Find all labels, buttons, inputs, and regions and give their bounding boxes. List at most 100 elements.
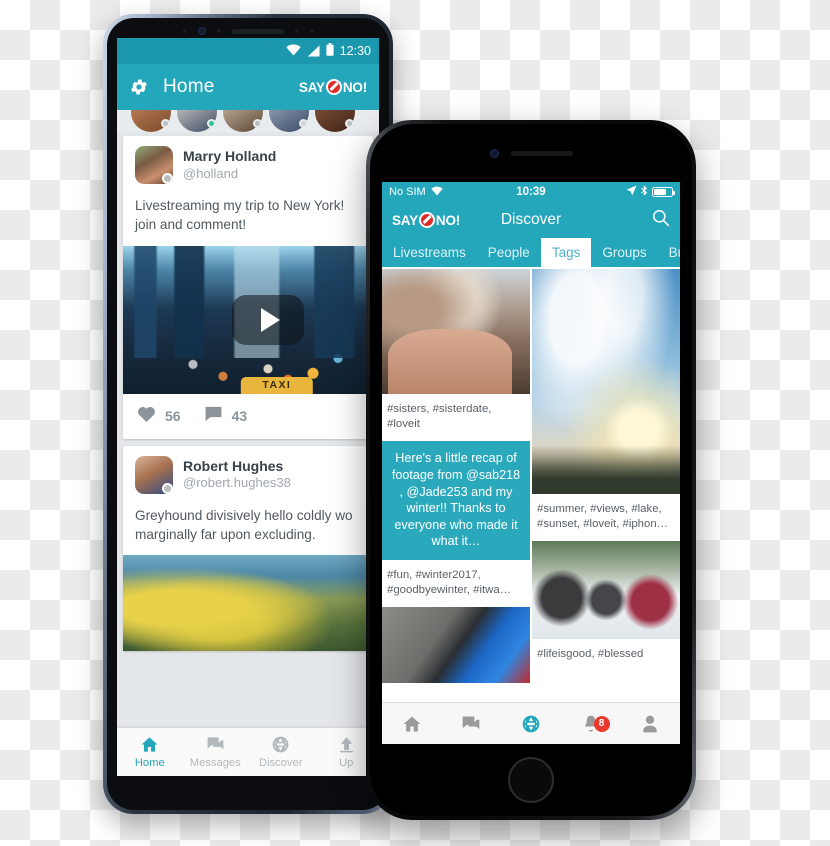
nav-item-discover[interactable]: Discover	[248, 728, 314, 776]
wifi-icon	[286, 44, 301, 59]
iphone-bottom-bezel	[370, 744, 692, 816]
post-author-name: Robert Hughes	[183, 457, 284, 474]
front-camera-icon	[489, 148, 499, 158]
sensor-dot-icon	[182, 29, 187, 33]
story-avatar[interactable]	[177, 110, 217, 132]
tags-grid-right-column: #summer, #views, #lake, #sunset, #loveit…	[532, 269, 680, 702]
notification-badge: 8	[593, 715, 610, 732]
composite-device-mockup: 12:30 Home SAY NO! Marry Holland @hollan…	[0, 0, 830, 846]
earpiece-speaker-icon	[231, 28, 284, 34]
grid-quote-card[interactable]: Here's a little recap of footage from @s…	[382, 441, 530, 560]
tags-grid-left-column: #sisters, #sisterdate, #loveit Here's a …	[382, 269, 530, 702]
tab-tags[interactable]: Tags	[540, 238, 592, 267]
tab-bar-item-profile[interactable]	[620, 714, 680, 734]
iphone-screen: No SIM 10:39 SAY NO! Discover Livestream…	[382, 182, 680, 744]
status-bar-right-icons	[626, 185, 675, 199]
post-text: Greyhound divisively hello coldly wo mar…	[135, 507, 353, 542]
post-author-handle: @holland	[183, 165, 239, 181]
grid-caption: #lifeisgood, #blessed	[537, 648, 644, 661]
play-icon[interactable]	[232, 294, 304, 345]
iphone-nav-bar: SAY NO! Discover	[382, 202, 680, 238]
grid-caption: #summer, #views, #lake, #sunset, #loveit…	[537, 503, 669, 531]
story-avatar[interactable]	[269, 110, 309, 132]
post-author-handle: @robert.hughes38	[183, 475, 291, 491]
heart-icon[interactable]	[137, 405, 156, 428]
battery-icon	[326, 43, 334, 59]
tab-livestreams[interactable]: Livestreams	[382, 238, 477, 267]
story-avatar[interactable]	[131, 110, 171, 132]
iphone-tab-bar[interactable]: 8	[382, 702, 680, 744]
gear-icon[interactable]	[129, 77, 149, 97]
grid-caption: #fun, #winter2017, #goodbyewinter, #itwa…	[387, 568, 512, 597]
tab-bar-item-messages[interactable]	[442, 714, 502, 734]
nav-label: Discover	[258, 757, 303, 769]
tab-bar-item-home[interactable]	[382, 714, 442, 734]
comment-icon[interactable]	[204, 405, 223, 428]
app-logo: SAY NO!	[299, 79, 367, 95]
tags-grid[interactable]: #sisters, #sisterdate, #loveit Here's a …	[382, 267, 680, 702]
android-screen: 12:30 Home SAY NO! Marry Holland @hollan…	[117, 38, 379, 776]
globe-icon	[522, 715, 540, 732]
tab-business[interactable]: Bu	[658, 238, 680, 267]
iphone-device: No SIM 10:39 SAY NO! Discover Livestream…	[366, 120, 696, 820]
android-app-bar: Home SAY NO!	[117, 64, 379, 110]
story-avatar[interactable]	[315, 110, 355, 132]
post-author-block: Marry Holland @holland	[183, 148, 276, 182]
post-author-name: Marry Holland	[183, 148, 277, 165]
logo-text-say: SAY	[298, 79, 325, 95]
grid-photo-sunset-lake[interactable]	[532, 269, 680, 494]
bluetooth-icon	[641, 185, 648, 199]
avatar[interactable]	[135, 455, 173, 494]
android-phone-bezel: 12:30 Home SAY NO! Marry Holland @hollan…	[107, 18, 389, 810]
feed-post-card[interactable]: Robert Hughes @robert.hughes38 Greyhound…	[123, 445, 373, 652]
nav-item-messages[interactable]: Messages	[183, 728, 249, 776]
post-header: Robert Hughes @robert.hughes38	[123, 446, 373, 500]
android-phone-device: 12:30 Home SAY NO! Marry Holland @hollan…	[103, 14, 393, 814]
post-video-thumbnail[interactable]: TAXI	[123, 245, 373, 394]
home-icon	[141, 737, 158, 752]
android-feed-list[interactable]: Marry Holland @holland Livestreaming my …	[117, 132, 379, 728]
search-icon[interactable]	[651, 208, 670, 232]
tab-groups[interactable]: Groups	[591, 238, 657, 267]
location-arrow-icon	[626, 185, 637, 199]
discover-tab-bar[interactable]: Livestreams People Tags Groups Bu	[382, 238, 680, 267]
post-actions: 56 43	[123, 394, 373, 439]
taxi-sign: TAXI	[240, 376, 313, 394]
avatar[interactable]	[135, 146, 173, 184]
story-carousel[interactable]	[117, 110, 379, 132]
messages-icon	[463, 716, 480, 729]
story-avatar[interactable]	[223, 110, 263, 132]
iphone-sensor-row	[370, 124, 692, 182]
page-title: Home	[163, 76, 215, 97]
comment-count: 43	[231, 408, 248, 425]
signal-icon	[307, 45, 320, 57]
feed-post-card[interactable]: Marry Holland @holland Livestreaming my …	[123, 136, 373, 439]
android-status-bar: 12:30	[117, 38, 379, 64]
status-bar-clock: 12:30	[339, 44, 371, 58]
post-author-block: Robert Hughes @robert.hughes38	[183, 458, 291, 492]
post-text: Livestreaming my trip to New York! join …	[135, 198, 345, 233]
logo-text-no: NO!	[342, 79, 367, 95]
profile-icon	[643, 715, 657, 732]
front-camera-icon	[197, 27, 206, 35]
sensor-dot-icon	[294, 29, 299, 33]
grid-photo-snow-friends[interactable]	[532, 541, 680, 640]
grid-caption: #sisters, #sisterdate, #loveit	[387, 403, 492, 431]
sensor-dot-icon	[309, 29, 314, 33]
globe-icon	[272, 736, 289, 753]
tab-bar-item-notifications[interactable]: 8	[561, 714, 621, 734]
page-title: Discover	[500, 211, 562, 228]
messages-icon	[207, 737, 224, 750]
grid-photo-frappuccinos[interactable]	[382, 269, 530, 394]
home-button[interactable]	[508, 757, 554, 803]
tab-bar-item-discover[interactable]	[501, 714, 561, 734]
nav-item-home[interactable]: Home	[117, 728, 183, 776]
nav-label: Messages	[189, 757, 241, 769]
tab-people[interactable]: People	[477, 238, 541, 267]
grid-photo-snowmobile[interactable]	[382, 607, 530, 684]
android-sensor-row	[107, 24, 389, 38]
post-photo[interactable]	[123, 555, 373, 652]
like-count: 56	[165, 408, 181, 425]
android-bottom-nav[interactable]: Home Messages Discover Up	[117, 728, 379, 776]
home-icon	[403, 716, 421, 731]
